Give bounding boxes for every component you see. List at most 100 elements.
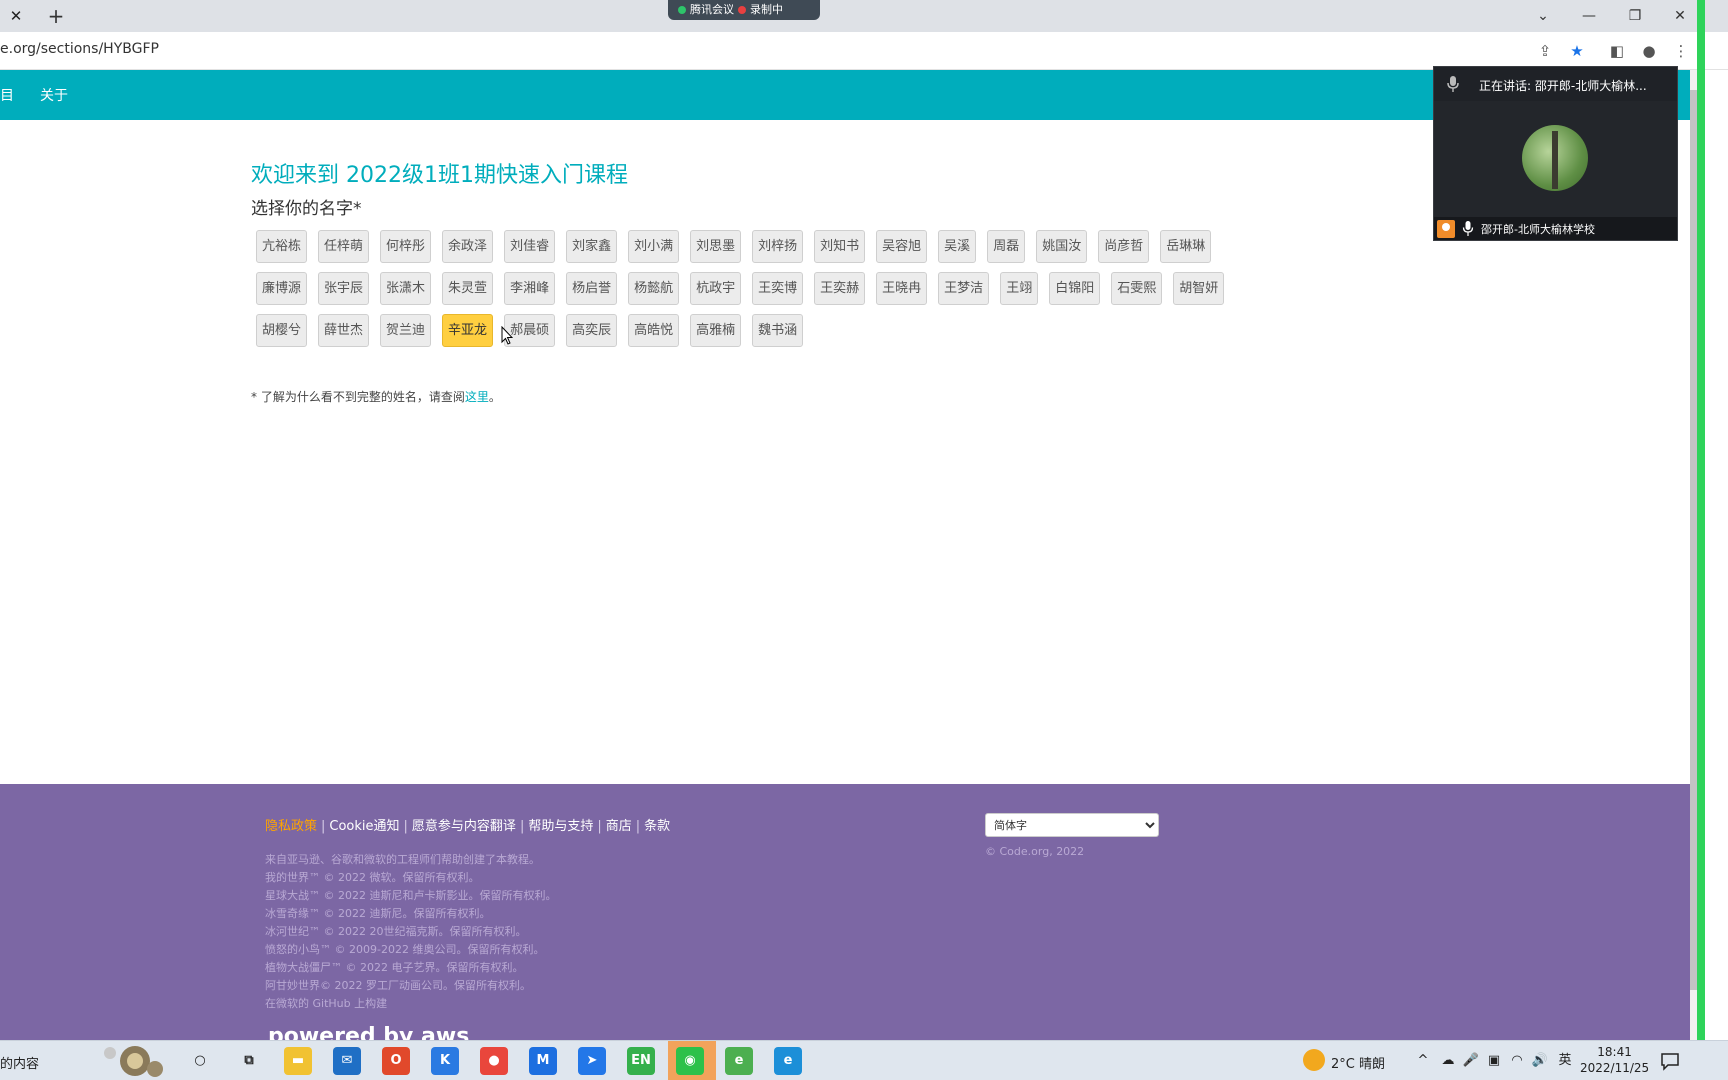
task-view-icon[interactable]: ⧉ (235, 1047, 263, 1075)
file-explorer-icon[interactable]: ▬ (284, 1047, 312, 1075)
meeting-label: 腾讯会议 (690, 3, 734, 16)
chrome-icon[interactable]: ● (480, 1047, 508, 1075)
choose-name-heading: 选择你的名字* (251, 199, 362, 219)
menu-icon[interactable]: ⋮ (1670, 40, 1692, 62)
name-button[interactable]: 余政泽 (442, 230, 494, 263)
meeting-recording-indicator[interactable]: 腾讯会议 录制中 (668, 0, 820, 20)
name-button[interactable]: 王翊 (1000, 272, 1039, 305)
name-button[interactable]: 何梓彤 (380, 230, 432, 263)
tencent-meeting-icon[interactable]: M (529, 1047, 557, 1075)
language-select[interactable]: 简体字 (985, 813, 1159, 837)
footer-link[interactable]: 商店 (606, 819, 632, 834)
name-button[interactable]: 高奕辰 (566, 314, 618, 347)
edge-icon[interactable]: e (774, 1047, 802, 1075)
name-button[interactable]: 吴容旭 (876, 230, 928, 263)
k-app-icon[interactable]: K (431, 1047, 459, 1075)
window-close-icon[interactable]: ✕ (1660, 4, 1700, 28)
page-scrollbar-thumb[interactable] (1690, 90, 1697, 990)
onedrive-icon[interactable]: ☁ (1439, 1052, 1457, 1070)
show-hidden-icons-icon[interactable]: ^ (1414, 1052, 1432, 1070)
name-button[interactable]: 刘梓扬 (752, 230, 804, 263)
name-button[interactable]: 岳琳琳 (1160, 230, 1212, 263)
share-icon[interactable]: ⇪ (1534, 40, 1556, 62)
notification-center-icon[interactable] (1660, 1051, 1680, 1071)
name-button[interactable]: 朱灵萱 (442, 272, 494, 305)
name-button[interactable]: 刘佳睿 (504, 230, 556, 263)
microphone-tray-icon[interactable]: 🎤 (1462, 1052, 1480, 1070)
volume-icon[interactable]: 🔊 (1531, 1052, 1549, 1070)
record-icon (738, 6, 746, 14)
page-title: 欢迎来到 2022级1班1期快速入门课程 (251, 163, 628, 188)
name-button[interactable]: 刘家鑫 (566, 230, 618, 263)
close-tab-icon[interactable]: ✕ (6, 6, 26, 26)
participant-bar: 邵开郎-北师大榆林学校 (1434, 217, 1677, 240)
display-icon[interactable]: ▣ (1485, 1052, 1503, 1070)
minimize-icon[interactable]: — (1569, 4, 1609, 28)
en-app-icon[interactable]: EN (627, 1047, 655, 1075)
note-suffix: 。 (488, 390, 501, 404)
video-call-panel[interactable]: 正在讲话: 邵开郎-北师大榆林... 邵开郎-北师大榆林学校 (1433, 66, 1678, 241)
name-button[interactable]: 高皓悦 (628, 314, 680, 347)
weather-moon-icon[interactable] (1303, 1049, 1325, 1071)
name-button[interactable]: 周磊 (987, 230, 1026, 263)
name-row: 亢裕栋 任梓萌 何梓彤 余政泽 刘佳睿 刘家鑫 刘小满 刘思墨 刘梓扬 刘知书 吴容旭 吴溪 周磊 姚国汝… (256, 230, 1236, 272)
credit-line: 冰河世纪™ © 2022 20世纪福克斯。保留所有权利。 (265, 925, 527, 938)
mail-icon[interactable]: ✉ (333, 1047, 361, 1075)
footer-link[interactable]: 帮助与支持 (528, 819, 593, 834)
footer-link[interactable]: Cookie通知 (329, 819, 399, 834)
credit-line[interactable]: 在微软的 GitHub 上构建 (265, 995, 556, 1013)
name-button[interactable]: 王梦洁 (938, 272, 990, 305)
taskbar-search-input[interactable]: 的内容 (0, 1053, 39, 1072)
name-button[interactable]: 王奕博 (752, 272, 804, 305)
footer-link[interactable]: 条款 (644, 819, 670, 834)
footer-link[interactable]: 隐私政策 (265, 819, 317, 834)
name-button[interactable]: 李湘峰 (504, 272, 556, 305)
side-panel-icon[interactable]: ◧ (1606, 40, 1628, 62)
name-button[interactable]: 王晓冉 (876, 272, 928, 305)
name-button[interactable]: 张宇辰 (318, 272, 370, 305)
cortana-icon[interactable]: ○ (186, 1047, 214, 1075)
name-button[interactable]: 胡智妍 (1173, 272, 1225, 305)
name-button[interactable]: 杭政宇 (690, 272, 742, 305)
e-app-icon[interactable]: e (725, 1047, 753, 1075)
name-button[interactable]: 胡樱兮 (256, 314, 308, 347)
weather-text[interactable]: 2°C 晴朗 (1331, 1053, 1385, 1072)
nav-item-partial[interactable]: 目 (0, 85, 14, 105)
name-button[interactable]: 刘知书 (814, 230, 866, 263)
name-button[interactable]: 贺兰迪 (380, 314, 432, 347)
tab-search-chevron-down-icon[interactable]: ⌄ (1523, 4, 1563, 28)
name-button[interactable]: 任梓萌 (318, 230, 370, 263)
name-button[interactable]: 刘思墨 (690, 230, 742, 263)
taskbar-clock[interactable]: 18:41 2022/11/25 (1580, 1044, 1649, 1076)
recording-label: 录制中 (750, 3, 783, 16)
feishu-icon[interactable]: ➤ (578, 1047, 606, 1075)
name-button[interactable]: 薛世杰 (318, 314, 370, 347)
name-button[interactable]: 姚国汝 (1036, 230, 1088, 263)
name-button[interactable]: 高雅楠 (690, 314, 742, 347)
note-link[interactable]: 这里 (465, 390, 489, 404)
name-button[interactable]: 王奕赫 (814, 272, 866, 305)
restore-icon[interactable]: ❐ (1615, 4, 1655, 28)
url-text[interactable]: e.org/sections/HYBGFP (0, 41, 159, 57)
wechat-icon[interactable]: ◉ (676, 1047, 704, 1075)
footer-link[interactable]: 愿意参与内容翻译 (412, 819, 516, 834)
wifi-icon[interactable]: ◠ (1508, 1052, 1526, 1070)
name-button[interactable]: 尚彦哲 (1098, 230, 1150, 263)
new-tab-icon[interactable]: + (44, 4, 68, 28)
name-button[interactable]: 吴溪 (938, 230, 977, 263)
input-method-icon[interactable]: 英 (1556, 1052, 1574, 1070)
name-button[interactable]: 刘小满 (628, 230, 680, 263)
profile-icon[interactable]: ● (1638, 40, 1660, 62)
office-icon[interactable]: O (382, 1047, 410, 1075)
name-button[interactable]: 杨懿航 (628, 272, 680, 305)
nav-item-about[interactable]: 关于 (40, 85, 68, 105)
bookmark-star-icon[interactable]: ★ (1566, 40, 1588, 62)
name-button[interactable]: 石雯熙 (1111, 272, 1163, 305)
name-button[interactable]: 廉博源 (256, 272, 308, 305)
name-button[interactable]: 辛亚龙 (442, 314, 494, 347)
name-button[interactable]: 白锦阳 (1049, 272, 1101, 305)
name-button[interactable]: 杨启誉 (566, 272, 618, 305)
name-button[interactable]: 亢裕栋 (256, 230, 308, 263)
name-button[interactable]: 张潇木 (380, 272, 432, 305)
name-button[interactable]: 魏书涵 (752, 314, 804, 347)
